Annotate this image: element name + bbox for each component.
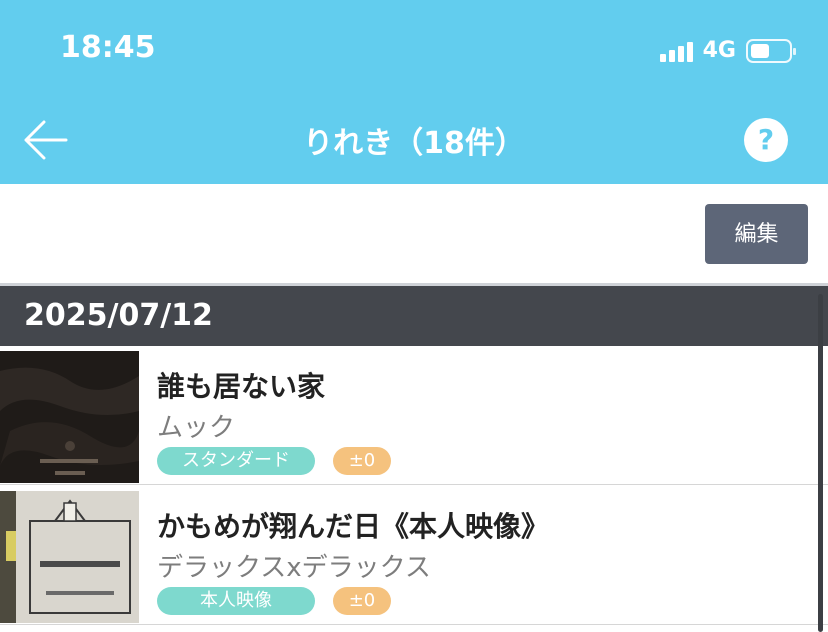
signal-icon xyxy=(659,40,693,62)
network-label: 4G xyxy=(702,38,736,63)
song-title: かもめが翔んだ日《本人映像》 xyxy=(157,510,550,543)
score-badge: ±0 xyxy=(333,447,391,475)
edit-button[interactable]: 編集 xyxy=(705,204,808,264)
battery-icon xyxy=(746,38,796,63)
status-icons: 4G xyxy=(659,38,796,63)
page-title: りれき（18件） xyxy=(303,126,525,161)
album-art-thumbnail xyxy=(0,351,139,483)
date-header: 2025/07/12 xyxy=(0,286,828,346)
album-art-thumbnail xyxy=(0,491,139,623)
scrollbar[interactable] xyxy=(818,294,823,632)
history-item-1[interactable]: 誰も居ない家 ムック スタンダード ±0 xyxy=(0,347,828,485)
type-badge: 本人映像 xyxy=(157,587,315,615)
artist-name: デラックスxデラックス xyxy=(157,553,431,583)
status-time: 18:45 xyxy=(60,30,156,65)
help-icon[interactable]: ? xyxy=(744,118,788,162)
type-badge: スタンダード xyxy=(157,447,315,475)
date-label: 2025/07/12 xyxy=(24,298,213,333)
app-header: 18:45 4G りれき（18件） ? xyxy=(0,0,828,184)
toolbar: 編集 xyxy=(0,184,828,284)
artist-name: ムック xyxy=(157,413,236,443)
history-item-2[interactable]: かもめが翔んだ日《本人映像》 デラックスxデラックス 本人映像 ±0 xyxy=(0,487,828,625)
song-title: 誰も居ない家 xyxy=(157,370,326,403)
score-badge: ±0 xyxy=(333,587,391,615)
